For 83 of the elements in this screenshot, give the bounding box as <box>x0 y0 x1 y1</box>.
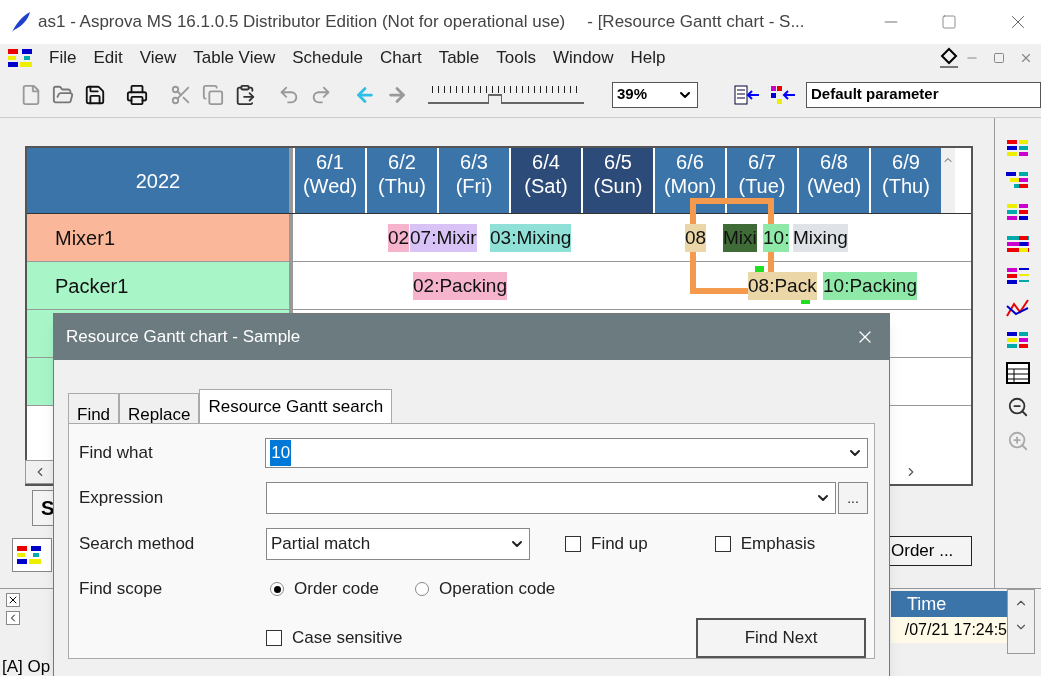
parameter-field[interactable]: Default parameter <box>806 81 1041 108</box>
zoom-out-icon[interactable] <box>1007 396 1029 418</box>
paste-icon[interactable] <box>234 83 256 106</box>
find-what-field[interactable]: 10 <box>265 438 868 469</box>
menu-item[interactable]: Table <box>438 45 480 71</box>
menu-item[interactable]: Edit <box>93 45 123 71</box>
date-header: 6/2 (Thu) <box>365 148 437 213</box>
resource-cell: Mixer1 <box>27 214 293 261</box>
gantt-bar[interactable]: 10:Packing <box>823 272 917 300</box>
radio-button[interactable] <box>270 582 284 597</box>
menu-item[interactable]: Table View <box>193 45 276 71</box>
line-chart-icon[interactable] <box>1006 298 1030 318</box>
checkbox[interactable] <box>714 536 731 553</box>
resource-cell: Packer1 <box>27 262 293 309</box>
gantt-bar[interactable]: 02:Packing <box>413 272 507 300</box>
date-header: 6/9 (Thu) <box>869 148 941 213</box>
radio-button[interactable] <box>415 582 430 597</box>
year-header: 2022 <box>27 148 293 213</box>
app-logo-icon <box>17 545 41 565</box>
menu-item[interactable]: Schedule <box>292 45 364 71</box>
find-next-button[interactable]: Find Next <box>696 618 866 659</box>
date-header: 6/5 (Sun) <box>581 148 653 213</box>
field-label: Find what <box>79 442 154 465</box>
open-folder-icon[interactable] <box>52 83 74 106</box>
gantt-bar[interactable]: 10: <box>763 224 790 252</box>
gantt-bar[interactable]: Mixing <box>793 224 848 252</box>
tree-icon[interactable] <box>1006 170 1030 190</box>
restore-icon[interactable] <box>993 52 1005 64</box>
save-icon[interactable] <box>84 83 106 106</box>
print-icon[interactable] <box>126 83 148 106</box>
window-title: as1 - Asprova MS 16.1.0.5 Distributor Edition (Not for operational use) <box>38 11 566 34</box>
diamond-icon <box>939 47 959 69</box>
grid-icon[interactable] <box>1006 330 1030 350</box>
checkbox[interactable] <box>565 536 581 553</box>
search-method-select[interactable]: Partial match <box>266 528 530 561</box>
document-title: - [Resource Gantt chart - S... <box>587 11 805 34</box>
menu-item[interactable]: File <box>49 45 77 71</box>
status-text: [A] Op <box>1 656 51 676</box>
expression-field[interactable] <box>265 482 837 515</box>
date-header: 6/8 (Wed) <box>797 148 869 213</box>
gantt-bar[interactable]: 03:Mixing <box>490 224 572 252</box>
menu-item[interactable]: View <box>139 45 177 71</box>
gantt-bar[interactable]: 07:Mixir <box>410 224 477 252</box>
blocks-arrow-icon[interactable] <box>770 84 796 105</box>
menu-item[interactable]: Help <box>630 45 666 71</box>
checkbox-label: Case sensitive <box>292 627 403 650</box>
radio-label: Order code <box>294 578 380 601</box>
field-label: Find scope <box>79 578 164 601</box>
checkbox-label: Find up <box>591 533 648 556</box>
menu-item[interactable]: Chart <box>380 45 422 71</box>
dialog-tab[interactable]: Find <box>68 393 120 424</box>
gantt-icon[interactable] <box>1006 138 1030 158</box>
zoom-combo[interactable]: 39% <box>612 81 698 108</box>
date-header: 6/7 (Tue) <box>725 148 797 213</box>
radio-label: Operation code <box>439 578 556 601</box>
list-arrow-icon[interactable] <box>734 84 760 105</box>
date-header: 6/3 (Fri) <box>437 148 509 213</box>
checkbox-label: Emphasis <box>740 533 816 556</box>
checkbox[interactable] <box>266 630 282 647</box>
field-label: Expression <box>79 487 165 510</box>
lines-icon[interactable] <box>1006 266 1030 286</box>
column-header[interactable]: Time <box>891 591 1007 617</box>
menu-item[interactable]: Tools <box>496 45 536 71</box>
dialog-title: Resource Gantt chart - Sample <box>66 326 302 349</box>
date-header: 6/1 (Wed) <box>293 148 365 213</box>
gantt-bar[interactable]: 08 <box>685 224 707 252</box>
dialog-tab[interactable]: Replace <box>119 393 200 424</box>
blocks-icon[interactable] <box>1006 202 1030 222</box>
browse-button[interactable]: ... <box>838 482 868 515</box>
arrow-left-icon[interactable] <box>6 611 20 625</box>
date-header: 6/6 (Mon) <box>653 148 725 213</box>
field-label: Search method <box>79 533 196 556</box>
feather-icon <box>10 10 32 34</box>
app-logo-icon <box>8 48 32 68</box>
gantt-bar[interactable]: 02 <box>388 224 410 252</box>
slider-thumb[interactable] <box>487 93 502 104</box>
dialog-tab[interactable]: Resource Gantt search <box>199 389 393 424</box>
table-icon[interactable] <box>1006 362 1030 384</box>
menu-item[interactable]: Window <box>552 45 614 71</box>
dotted-bars-icon[interactable] <box>1006 234 1030 254</box>
close-icon[interactable] <box>6 593 20 607</box>
date-header: 6/4 (Sat) <box>509 148 581 213</box>
table-cell: /07/21 17:24:5 <box>891 617 1007 643</box>
